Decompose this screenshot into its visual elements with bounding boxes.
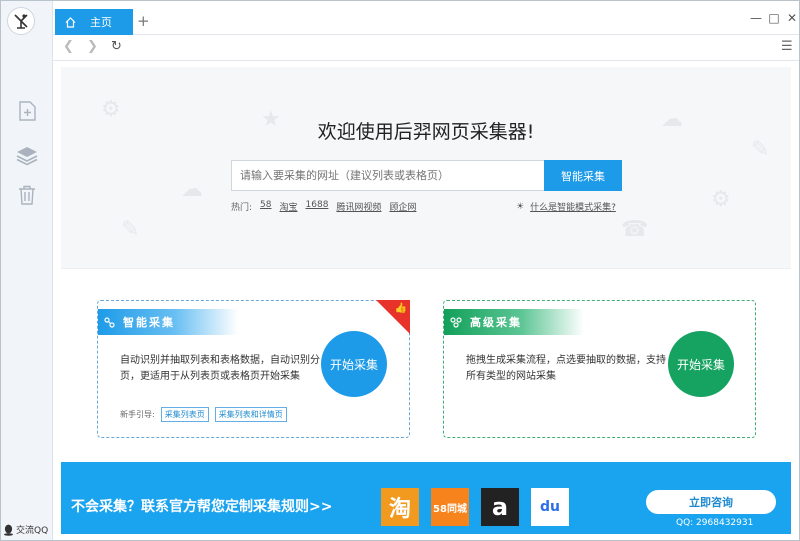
back-icon[interactable]: ❮: [63, 39, 74, 54]
hot-link-tencent-video[interactable]: 腾讯网视频: [336, 200, 381, 213]
page-title: 欢迎使用后羿网页采集器!: [317, 121, 535, 143]
card-description: 拖拽生成采集流程，点选要抽取的数据，支持所有类型的网站采集: [466, 355, 666, 382]
58-logo: 58同城: [431, 488, 469, 526]
background-decoration-icon: ⚙: [711, 187, 731, 212]
url-input[interactable]: [231, 160, 545, 191]
refresh-icon[interactable]: ↻: [111, 39, 122, 54]
home-icon: [65, 16, 76, 28]
card-header: 高级采集: [444, 309, 584, 335]
hot-link-1688[interactable]: 1688: [306, 200, 329, 213]
menu-icon[interactable]: ☰: [781, 39, 793, 54]
help-link[interactable]: 什么是智能模式采集?: [530, 200, 616, 213]
guide-list-detail-page[interactable]: 采集列表和详情页: [214, 407, 287, 422]
smart-collect-button[interactable]: 智能采集: [544, 160, 622, 191]
new-task-icon[interactable]: [15, 99, 39, 123]
guide-row: 新手引导: 采集列表页 采集列表和详情页: [120, 407, 287, 422]
hot-label: 热门:: [231, 203, 253, 213]
smart-collect-card[interactable]: 智能采集 👍 自动识别并抽取列表和表格数据，自动识别分页，更适用于从列表页或表格…: [97, 300, 410, 438]
app-window: 交流QQ 主页 + — □ ✕ ❮ ❯ ↻ ☰ ⚙ ☁ ✎ ★ ☁ ⚙ ☎ ✎ …: [0, 0, 800, 541]
logo-icon[interactable]: [7, 7, 35, 35]
navigation-bar: ❮ ❯ ↻ ☰: [53, 35, 799, 61]
close-icon[interactable]: ✕: [785, 11, 799, 25]
qq-number: QQ: 2968432931: [676, 518, 754, 528]
advanced-collect-card[interactable]: 高级采集 拖拽生成采集流程，点选要抽取的数据，支持所有类型的网站采集 开始采集: [443, 300, 756, 438]
advanced-icon: [450, 316, 462, 328]
hot-link-taobao[interactable]: 淘宝: [280, 200, 298, 213]
taobao-logo: 淘: [381, 488, 419, 526]
guide-label: 新手引导:: [120, 410, 155, 419]
qq-contact[interactable]: 交流QQ: [3, 523, 48, 536]
forward-icon[interactable]: ❯: [87, 39, 98, 54]
card-header: 智能采集: [98, 309, 238, 335]
baidu-logo: du: [531, 488, 569, 526]
background-decoration-icon: ✎: [121, 217, 140, 242]
hot-link-58[interactable]: 58: [260, 200, 271, 213]
hot-links: 热门: 58 淘宝 1688 腾讯网视频 顾企网: [231, 200, 416, 213]
qq-icon: [4, 524, 13, 536]
help-link-row: ☀ 什么是智能模式采集?: [516, 200, 616, 214]
maximize-icon[interactable]: □: [767, 11, 781, 25]
background-decoration-icon: ☎: [621, 217, 649, 242]
amazon-logo: a: [481, 488, 519, 526]
banner-text[interactable]: 不会采集？联系官方帮您定制采集规则>>: [71, 496, 332, 516]
card-title: 智能采集: [123, 316, 175, 329]
minimize-icon[interactable]: —: [749, 11, 763, 25]
thumbs-up-icon: 👍: [394, 303, 407, 314]
layers-icon[interactable]: [15, 143, 39, 167]
new-tab-icon[interactable]: +: [137, 12, 150, 30]
start-smart-collect-button[interactable]: 开始采集: [321, 331, 387, 397]
tab-home-label: 主页: [90, 16, 112, 29]
qq-contact-label: 交流QQ: [16, 526, 49, 536]
hero-section: ⚙ ☁ ✎ ★ ☁ ⚙ ☎ ✎ 欢迎使用后羿网页采集器! 智能采集 热门: 58…: [61, 67, 791, 269]
consult-button[interactable]: 立即咨询: [646, 490, 776, 514]
card-description: 自动识别并抽取列表和表格数据，自动识别分页，更适用于从列表页或表格页开始采集: [120, 355, 320, 382]
hot-link-guqi[interactable]: 顾企网: [389, 200, 416, 213]
start-advanced-collect-button[interactable]: 开始采集: [668, 331, 734, 397]
background-decoration-icon: ☁: [181, 177, 203, 202]
tab-home[interactable]: 主页: [55, 9, 133, 35]
smart-icon: [104, 316, 115, 328]
tab-bar: 主页 + — □ ✕: [53, 1, 799, 35]
scroll-area: [791, 61, 799, 540]
trash-icon[interactable]: [15, 183, 39, 207]
lightbulb-icon: ☀: [516, 201, 525, 212]
promo-banner[interactable]: 不会采集？联系官方帮您定制采集规则>> 淘 58同城 a du 立即咨询 QQ:…: [61, 462, 791, 534]
left-sidebar: 交流QQ: [1, 1, 53, 540]
guide-list-page[interactable]: 采集列表页: [160, 407, 209, 422]
card-title: 高级采集: [470, 316, 522, 329]
